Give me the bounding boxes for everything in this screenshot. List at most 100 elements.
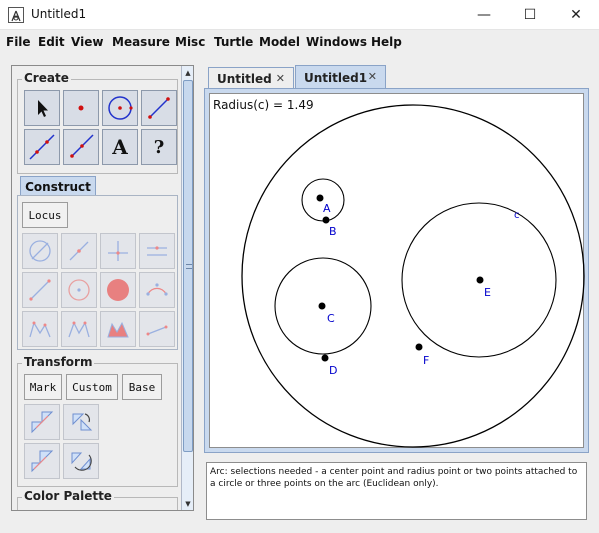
parallel-icon xyxy=(147,246,167,256)
translate-tool[interactable] xyxy=(24,404,60,440)
point-a[interactable] xyxy=(316,194,324,202)
dilate-icon xyxy=(31,450,54,473)
tab-untitled1[interactable]: Untitled1 ✕ xyxy=(295,65,386,89)
tab-untitled[interactable]: Untitled ✕ xyxy=(208,67,294,89)
maximize-button[interactable]: ☐ xyxy=(507,0,553,30)
scroll-up-icon[interactable]: ▲ xyxy=(182,66,193,79)
label-a[interactable]: A xyxy=(323,202,331,215)
polygon-tool[interactable] xyxy=(22,311,58,347)
polygon-icon xyxy=(29,321,51,338)
label-b[interactable]: B xyxy=(329,225,337,238)
label-f[interactable]: F xyxy=(423,354,429,367)
close-window-button[interactable]: ✕ xyxy=(553,0,599,30)
polyline-tool[interactable] xyxy=(61,311,97,347)
menu-model[interactable]: Model xyxy=(259,35,300,49)
tool-panel: Create A ? Construct Locus Transform Mar… xyxy=(11,65,194,511)
point-c[interactable] xyxy=(318,302,326,310)
sketch-canvas[interactable]: Radius(c) = 1.49 A B C D E F c xyxy=(209,93,585,449)
label-circle-c[interactable]: c xyxy=(514,210,520,221)
menu-turtle[interactable]: Turtle xyxy=(214,35,253,49)
midpoint-icon xyxy=(69,241,89,261)
help-tool-label: ? xyxy=(153,136,165,158)
menu-misc[interactable]: Misc xyxy=(175,35,205,49)
outer-circle[interactable] xyxy=(241,104,585,448)
close-icon[interactable]: ✕ xyxy=(368,70,377,83)
custom-button[interactable]: Custom xyxy=(66,374,118,400)
label-c[interactable]: C xyxy=(327,312,335,325)
segment-light-icon xyxy=(29,279,51,301)
minimize-button[interactable]: — xyxy=(461,0,507,30)
grip-icon xyxy=(186,264,192,269)
line-tool-button[interactable] xyxy=(24,129,60,165)
text-tool-button[interactable]: A xyxy=(102,129,138,165)
dilate-tool[interactable] xyxy=(24,443,60,479)
point-d[interactable] xyxy=(321,354,329,362)
tool-panel-scrollbar[interactable]: ▲ ▼ xyxy=(181,66,193,510)
arc-tool[interactable] xyxy=(139,272,175,308)
point-tool-button[interactable] xyxy=(63,90,99,126)
status-message: Arc: selections needed - a center point … xyxy=(206,462,587,520)
color-palette-group: Color Palette xyxy=(17,489,178,510)
scroll-down-icon[interactable]: ▼ xyxy=(182,497,193,510)
reflect-icon xyxy=(71,452,92,471)
rotate-icon xyxy=(72,413,93,431)
tab-untitled1-label: Untitled1 xyxy=(304,71,368,85)
tab-construct[interactable]: Construct xyxy=(20,176,96,196)
perpendicular-bisector-tool[interactable] xyxy=(22,233,58,269)
vector-tool[interactable] xyxy=(139,311,175,347)
menu-view[interactable]: View xyxy=(71,35,103,49)
arrow-cursor-icon xyxy=(38,100,48,117)
base-button[interactable]: Base xyxy=(122,374,162,400)
circle-tool-button[interactable] xyxy=(102,90,138,126)
help-tool-button[interactable]: ? xyxy=(141,129,177,165)
menu-bar: File Edit View Measure Misc Turtle Model… xyxy=(0,30,599,54)
line-icon xyxy=(29,134,55,160)
label-d[interactable]: D xyxy=(329,364,337,377)
ray-tool-button[interactable] xyxy=(63,129,99,165)
transform-title: Transform xyxy=(22,355,95,369)
text-tool-label: A xyxy=(112,135,128,159)
title-bar: Untitled1 — ☐ ✕ xyxy=(0,0,599,30)
menu-edit[interactable]: Edit xyxy=(38,35,65,49)
translate-icon xyxy=(31,411,54,434)
point-b[interactable] xyxy=(322,216,330,224)
menu-file[interactable]: File xyxy=(6,35,31,49)
menu-measure[interactable]: Measure xyxy=(112,35,170,49)
filled-polygon-tool[interactable] xyxy=(100,311,136,347)
filled-disk-icon xyxy=(107,279,129,301)
point-icon xyxy=(78,105,84,111)
menu-help[interactable]: Help xyxy=(371,35,402,49)
geometry-drawing[interactable]: A B C D E F c xyxy=(210,94,585,449)
app-logo-icon xyxy=(8,7,24,23)
perpendicular-icon xyxy=(108,241,128,261)
tab-untitled-label: Untitled xyxy=(217,72,272,86)
ray-icon xyxy=(70,134,94,158)
arc-icon xyxy=(146,283,168,296)
label-e[interactable]: E xyxy=(484,286,491,299)
mark-button[interactable]: Mark xyxy=(24,374,62,400)
menu-windows[interactable]: Windows xyxy=(306,35,367,49)
perpendicular-tool[interactable] xyxy=(100,233,136,269)
arrow-tool-button[interactable] xyxy=(24,90,60,126)
disk-tool[interactable] xyxy=(100,272,136,308)
point-e[interactable] xyxy=(476,276,484,284)
circle-light-icon xyxy=(68,279,90,301)
sketch-frame: Radius(c) = 1.49 A B C D E F c xyxy=(204,88,589,453)
polyline-icon xyxy=(68,321,90,338)
vector-icon xyxy=(146,325,168,336)
reflect-tool[interactable] xyxy=(63,443,99,479)
rotate-tool[interactable] xyxy=(63,404,99,440)
circle-slash-icon xyxy=(29,240,51,262)
point-f[interactable] xyxy=(415,343,423,351)
scrollbar-thumb[interactable] xyxy=(183,80,193,452)
circle-icon xyxy=(108,96,133,120)
close-icon[interactable]: ✕ xyxy=(276,72,285,85)
circle-construct-tool[interactable] xyxy=(61,272,97,308)
parallel-tool[interactable] xyxy=(139,233,175,269)
midpoint-tool[interactable] xyxy=(61,233,97,269)
segment-tool-button[interactable] xyxy=(141,90,177,126)
color-palette-title: Color Palette xyxy=(22,489,114,503)
segment-construct-tool[interactable] xyxy=(22,272,58,308)
segment-icon xyxy=(148,97,170,119)
locus-button[interactable]: Locus xyxy=(22,202,68,228)
